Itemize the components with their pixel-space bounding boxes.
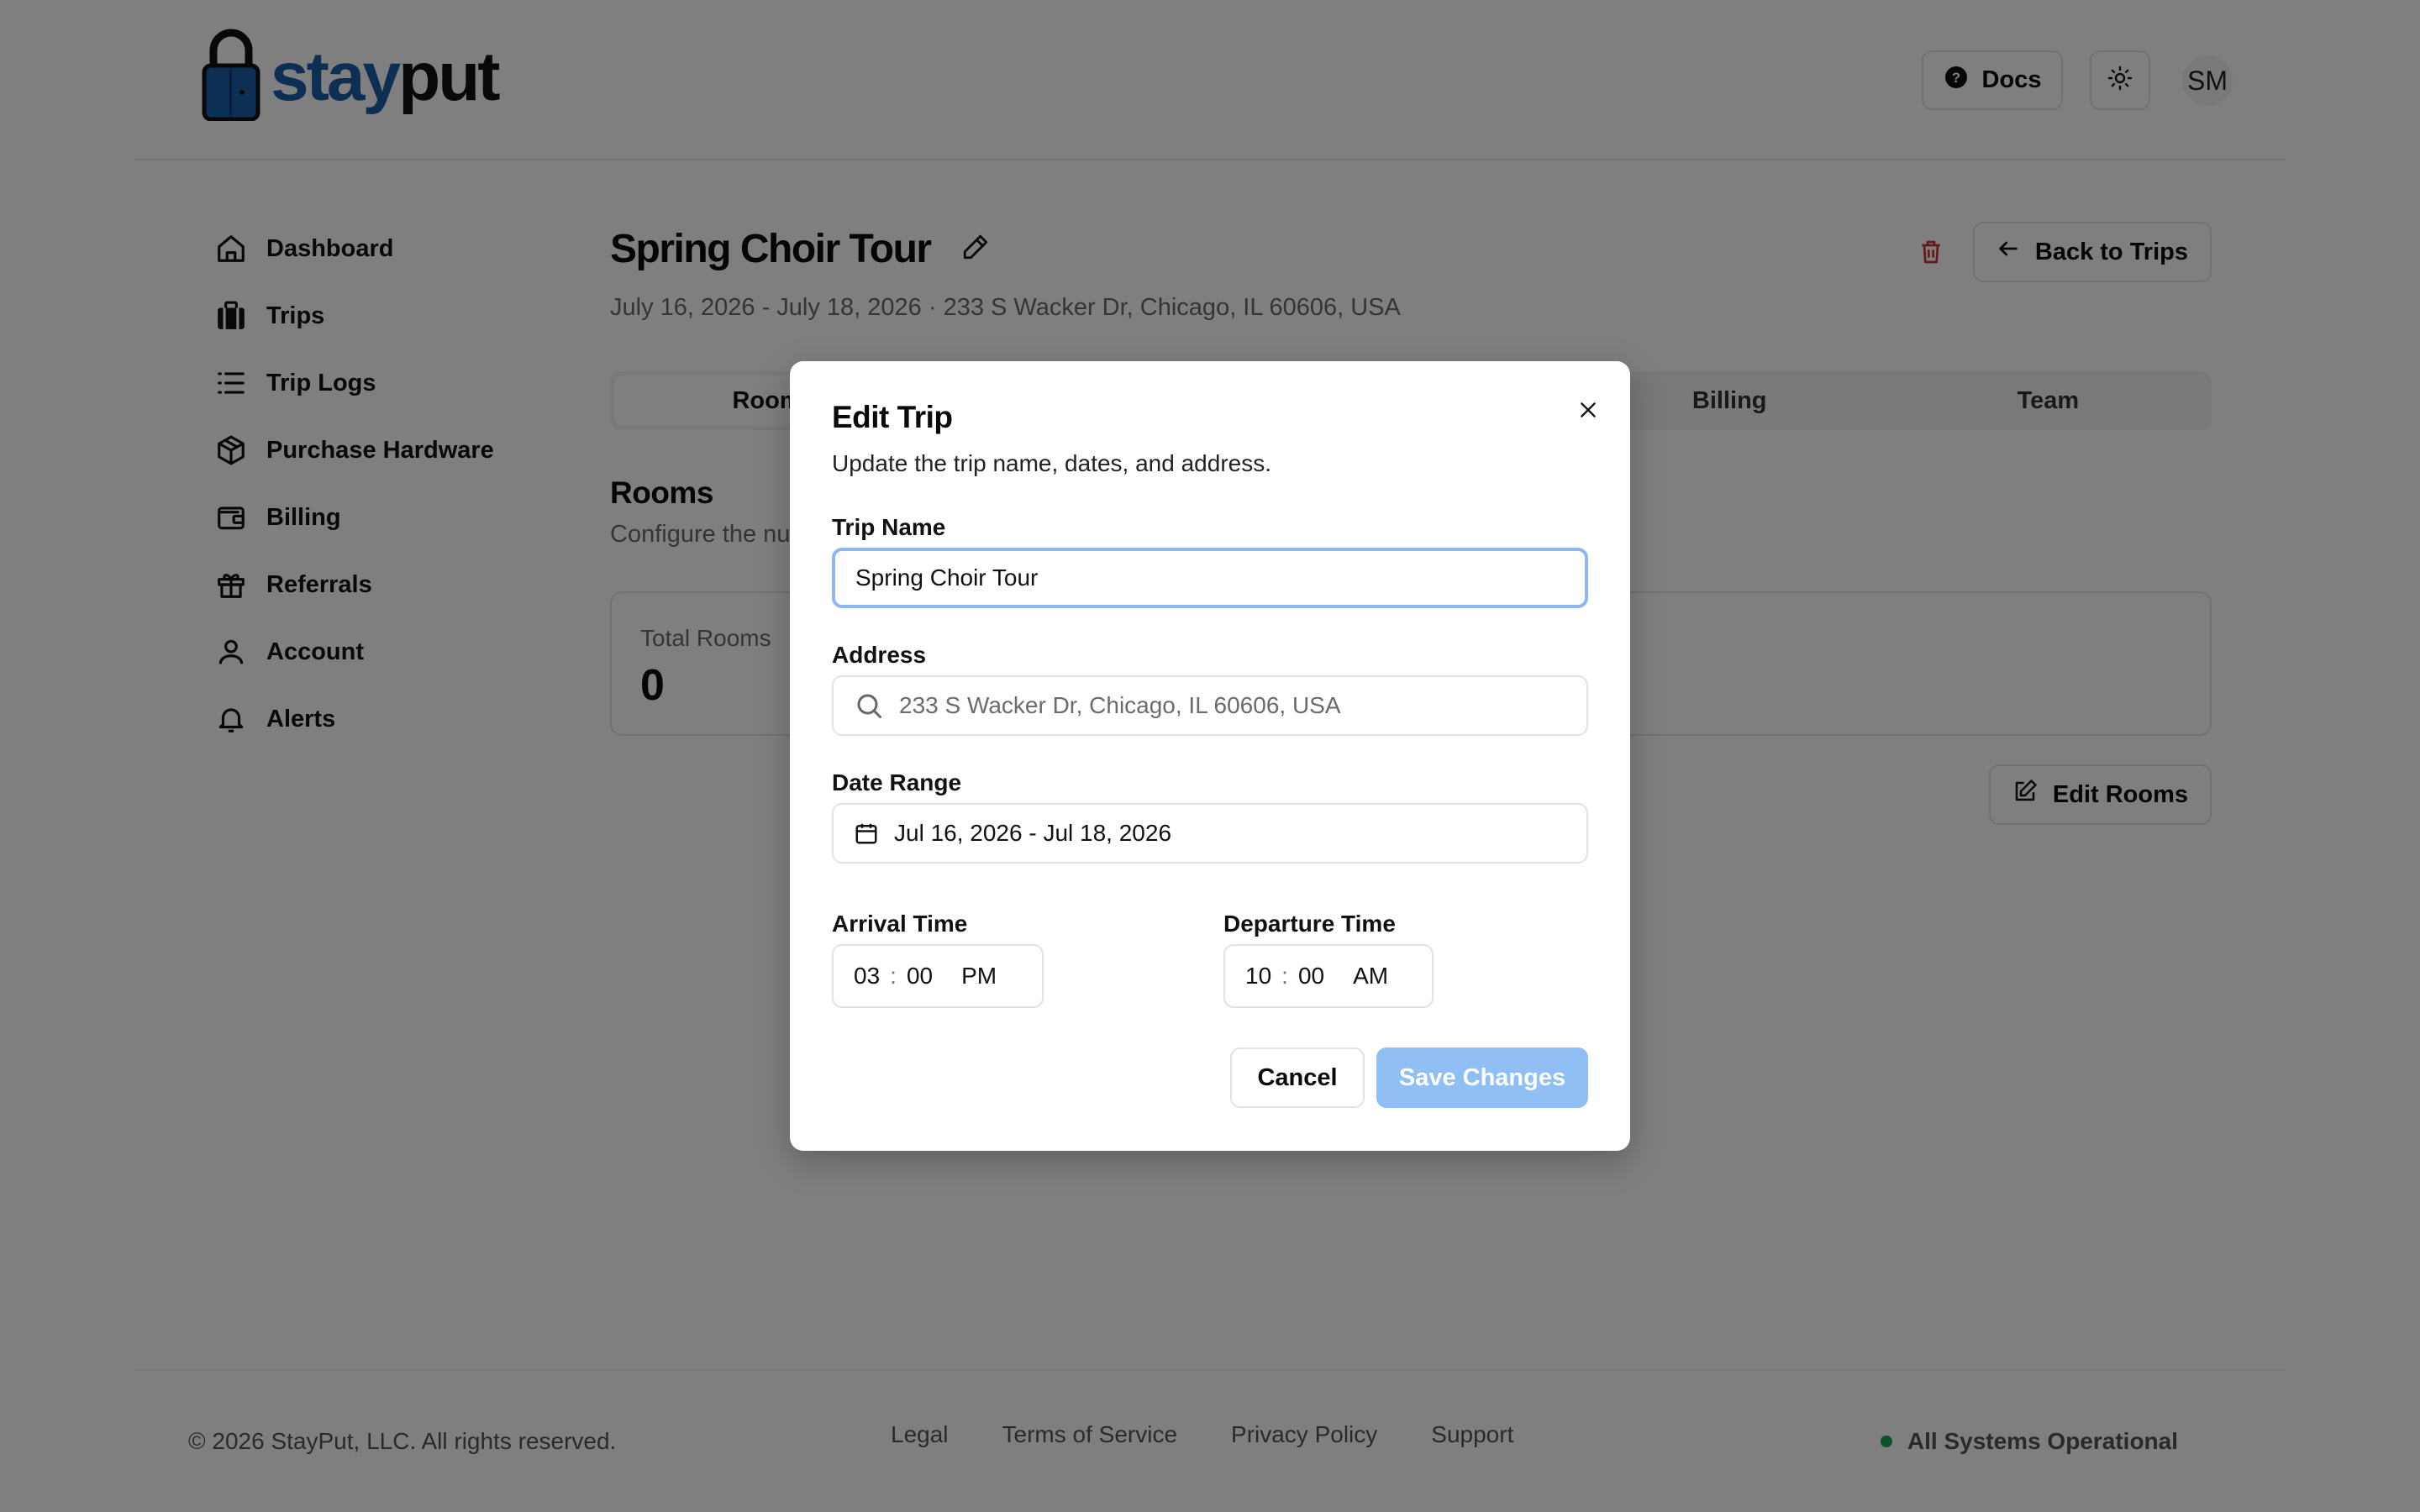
departure-hour[interactable]: 10 — [1245, 963, 1271, 990]
arrival-period[interactable]: PM — [961, 963, 997, 990]
address-value: 233 S Wacker Dr, Chicago, IL 60606, USA — [899, 692, 1341, 718]
trip-name-input[interactable]: Spring Choir Tour — [832, 548, 1588, 608]
time-separator: : — [890, 963, 897, 989]
edit-trip-dialog: Edit Trip Update the trip name, dates, a… — [790, 361, 1630, 1151]
address-label: Address — [832, 642, 927, 668]
date-range-picker[interactable]: Jul 16, 2026 - Jul 18, 2026 — [832, 803, 1588, 864]
arrival-hour[interactable]: 03 — [854, 963, 880, 990]
cancel-button[interactable]: Cancel — [1230, 1047, 1365, 1108]
trip-name-label: Trip Name — [832, 514, 946, 540]
save-changes-button[interactable]: Save Changes — [1376, 1047, 1588, 1108]
trip-name-value: Spring Choir Tour — [855, 564, 1039, 591]
departure-period[interactable]: AM — [1353, 963, 1388, 990]
calendar-icon — [854, 821, 879, 846]
page: stayput ? Docs SM — [0, 0, 2420, 1512]
dialog-title: Edit Trip — [832, 400, 953, 434]
date-range-value: Jul 16, 2026 - Jul 18, 2026 — [894, 820, 1172, 846]
dialog-description: Update the trip name, dates, and address… — [832, 450, 1271, 476]
date-range-label: Date Range — [832, 769, 962, 795]
departure-minute[interactable]: 00 — [1298, 963, 1324, 990]
arrival-time-input[interactable]: 03 : 00 PM — [832, 944, 1044, 1008]
arrival-minute[interactable]: 00 — [907, 963, 933, 990]
departure-time-label: Departure Time — [1223, 911, 1396, 937]
departure-time-input[interactable]: 10 : 00 AM — [1223, 944, 1434, 1008]
time-separator: : — [1281, 963, 1288, 989]
search-icon — [854, 690, 884, 721]
arrival-time-label: Arrival Time — [832, 911, 968, 937]
address-input[interactable]: 233 S Wacker Dr, Chicago, IL 60606, USA — [832, 675, 1588, 736]
close-icon[interactable] — [1571, 393, 1605, 427]
